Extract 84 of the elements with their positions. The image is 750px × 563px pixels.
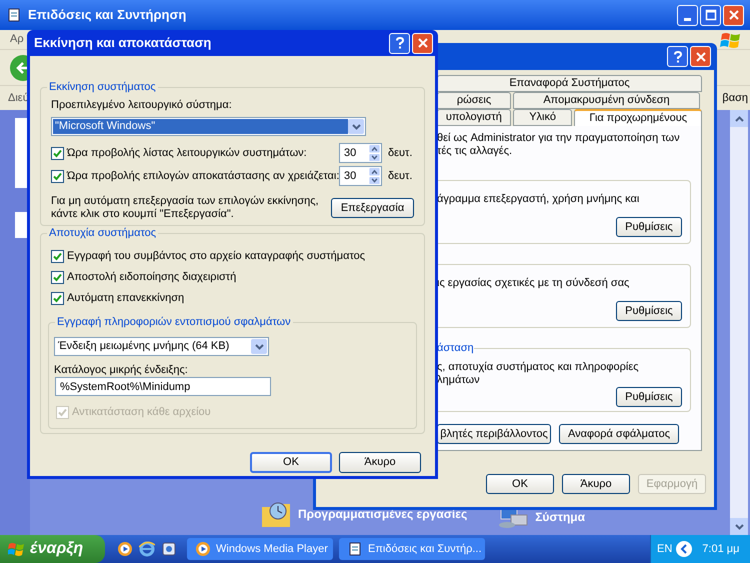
checkbox[interactable] bbox=[51, 146, 64, 160]
checkbox-label: Αντικατάσταση κάθε αρχείου bbox=[72, 405, 211, 420]
windows-logo-icon bbox=[720, 30, 742, 50]
checkbox-label: Αποστολή ειδοποίησης διαχειριστή bbox=[67, 270, 236, 286]
taskbar-button[interactable]: Windows Media Player bbox=[187, 538, 333, 560]
close-icon bbox=[726, 8, 740, 22]
environment-variables-button[interactable]: βλητές περιβάλλοντος bbox=[437, 424, 551, 444]
maximize-button[interactable] bbox=[700, 4, 721, 26]
media-player-icon bbox=[117, 541, 133, 557]
unit-label: δευτ. bbox=[388, 168, 412, 184]
ok-button[interactable]: OK bbox=[486, 474, 554, 494]
window-title: Επιδόσεις και Συντήρηση bbox=[28, 6, 188, 24]
body-text: Για μη αυτόματη επεξεργασία των επιλογών εκκίνησης, κάντε κλικ στο κουμπί "Επεξεργασία". bbox=[51, 195, 320, 221]
desktop-icon bbox=[161, 541, 177, 557]
windows-logo-icon bbox=[8, 541, 26, 557]
expand-button[interactable] bbox=[676, 541, 692, 557]
checkbox-label: Αυτόματη επανεκκίνηση bbox=[67, 291, 184, 306]
group-label: Εκκίνηση συστήματος bbox=[47, 81, 158, 94]
media-player-icon bbox=[195, 541, 211, 557]
window-icon bbox=[347, 541, 363, 557]
field-label: Προεπιλεγμένο λειτουργικό σύστημα: bbox=[51, 99, 233, 112]
checkbox-label: Ώρα προβολής επιλογών αποκατάστασης αν χρειάζεται: bbox=[67, 168, 339, 184]
chevron-left-icon bbox=[680, 544, 688, 554]
cancel-button[interactable]: Άκυρο bbox=[562, 474, 630, 494]
tab[interactable]: Υλικό bbox=[512, 109, 572, 126]
window-icon bbox=[6, 7, 22, 23]
minimize-icon bbox=[684, 18, 691, 20]
start-button[interactable]: έναρξη bbox=[0, 535, 105, 563]
close-icon bbox=[694, 50, 708, 64]
tab[interactable]: Για προχωρημένους bbox=[574, 109, 702, 126]
minimize-button[interactable] bbox=[677, 4, 698, 26]
maximize-icon bbox=[704, 8, 718, 22]
arrow-left-icon bbox=[16, 62, 30, 74]
ok-button[interactable]: OK bbox=[250, 452, 332, 473]
checkbox[interactable] bbox=[51, 292, 64, 305]
scrollbar[interactable] bbox=[730, 110, 748, 535]
body-text: άγραμμα επεξεργαστή, χρήση μνήμης και bbox=[437, 193, 640, 206]
dropdown[interactable]: "Microsoft Windows" bbox=[51, 117, 366, 136]
group-label: Αποτυχία συστήματος bbox=[47, 227, 158, 240]
checkbox-label: Ώρα προβολής λίστας λειτουργικών συστημάτων: bbox=[67, 146, 308, 161]
checkbox[interactable] bbox=[51, 271, 64, 284]
chevron-up-icon bbox=[369, 168, 380, 176]
settings-button[interactable]: Ρυθμίσεις bbox=[616, 301, 682, 321]
checkbox[interactable] bbox=[51, 250, 64, 263]
taskbar-button[interactable]: Επιδόσεις και Συντήρ... bbox=[339, 538, 485, 560]
edit-button[interactable]: Επεξεργασία bbox=[331, 198, 414, 218]
checkbox[interactable] bbox=[51, 170, 64, 182]
tab[interactable]: ρώσεις bbox=[437, 92, 511, 109]
address-text: βαση bbox=[722, 90, 748, 106]
chevron-up-icon bbox=[369, 145, 380, 152]
tab[interactable]: Επαναφορά Συστήματος bbox=[437, 75, 702, 92]
help-button[interactable] bbox=[389, 32, 410, 54]
dropdown[interactable]: Ένδειξη μειωμένης μνήμης (64 KB) bbox=[54, 337, 269, 356]
chevron-down-icon bbox=[369, 154, 380, 161]
close-button[interactable] bbox=[412, 32, 433, 54]
browser-icon bbox=[139, 541, 155, 557]
window-title: Εκκίνηση και αποκατάσταση bbox=[34, 34, 212, 52]
chevron-up-icon bbox=[734, 116, 744, 122]
field-label: Κατάλογος μικρής ένδειξης: bbox=[54, 364, 189, 377]
spin-box[interactable]: 30 bbox=[339, 143, 382, 163]
chevron-down-icon bbox=[369, 176, 380, 184]
chevron-down-icon bbox=[254, 344, 264, 350]
spin-box[interactable]: 30 bbox=[339, 166, 382, 186]
tab[interactable]: υπολογιστή bbox=[437, 109, 511, 126]
body-text: λημάτων bbox=[437, 374, 481, 387]
chevron-down-icon bbox=[352, 124, 360, 130]
help-button[interactable] bbox=[667, 46, 688, 67]
chevron-down-icon bbox=[734, 524, 744, 530]
settings-button[interactable]: Ρυθμίσεις bbox=[616, 387, 682, 407]
settings-button[interactable]: Ρυθμίσεις bbox=[616, 217, 682, 237]
error-report-button[interactable]: Αναφορά σφάλματος bbox=[559, 424, 679, 444]
checkbox-label: Εγγραφή του συμβάντος στο αρχείο καταγραφής συστήματος bbox=[67, 249, 366, 264]
group-label: Εγγραφή πληροφοριών εντοπισμού σφαλμάτων bbox=[55, 316, 293, 329]
group-label: άσταση bbox=[437, 342, 474, 355]
clock: 7:01 μμ bbox=[702, 542, 740, 557]
tab[interactable]: Απομακρυσμένη σύνδεση bbox=[513, 92, 700, 109]
close-button[interactable] bbox=[723, 4, 744, 26]
unit-label: δευτ. bbox=[388, 146, 412, 161]
cancel-button[interactable]: Άκυρο bbox=[339, 452, 421, 473]
menu-item[interactable]: Αρ bbox=[10, 31, 24, 48]
close-button[interactable] bbox=[690, 46, 711, 67]
text-field[interactable]: %SystemRoot%\Minidump bbox=[55, 377, 271, 396]
body-text: τές τις αλλαγές. bbox=[437, 145, 514, 158]
close-icon bbox=[416, 36, 430, 50]
